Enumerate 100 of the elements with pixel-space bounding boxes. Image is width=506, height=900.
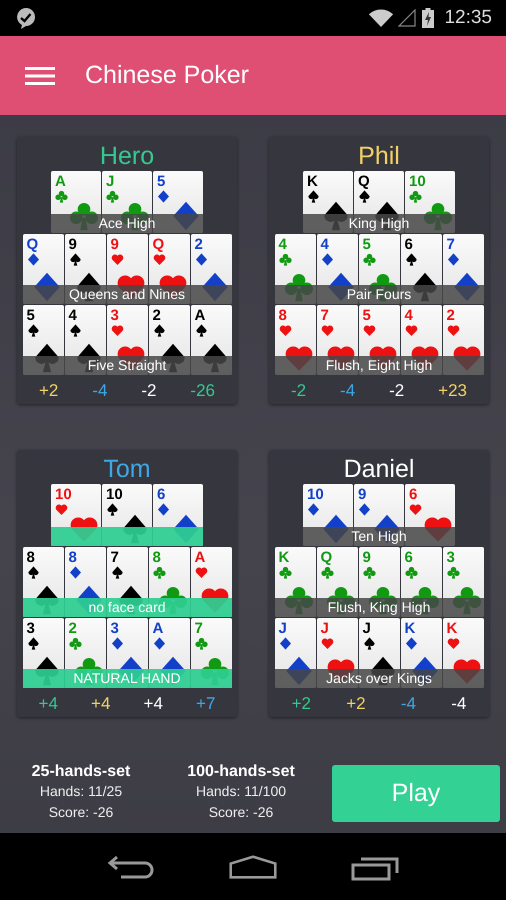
card-rank: 6: [409, 487, 418, 503]
player-name: Phil: [358, 141, 400, 171]
diamond-icon: [404, 637, 418, 650]
score-value: -26: [190, 381, 215, 401]
heart-icon: [404, 324, 418, 337]
hand-label: NATURAL HAND: [22, 669, 232, 688]
card-rank: J: [106, 174, 114, 190]
card-rank: Q: [358, 174, 370, 190]
play-button[interactable]: Play: [332, 764, 500, 822]
card-rank: 9: [68, 237, 77, 253]
score-value: +23: [438, 381, 467, 401]
card-rank: J: [362, 621, 371, 637]
card-rank: 8: [278, 308, 287, 324]
set-score: Score: -26: [208, 803, 274, 822]
card-rank: 4: [278, 237, 287, 253]
diamond-icon: [152, 637, 166, 650]
card-rank: J: [320, 621, 329, 637]
card-rank: A: [55, 174, 66, 190]
diamond-icon: [26, 253, 40, 266]
card-rank: 7: [110, 550, 119, 566]
heart-icon: [194, 566, 208, 579]
signal-icon: [398, 9, 416, 27]
clock-time: 12:35: [444, 7, 492, 29]
score-value: +7: [196, 694, 216, 714]
score-value: -4: [92, 381, 108, 401]
card-rank: 7: [194, 621, 203, 637]
heart-icon: [446, 324, 460, 337]
card-rank: 5: [362, 237, 371, 253]
hand-label: Queens and Nines: [22, 285, 232, 304]
chat-check-icon: [14, 6, 38, 30]
hand-label: Flush, Eight High: [274, 356, 484, 375]
battery-icon: [422, 8, 434, 28]
card-rank: 8: [26, 550, 35, 566]
club-icon: [446, 566, 460, 579]
card-rank: 10: [307, 487, 324, 503]
player-name: Daniel: [344, 454, 414, 484]
heart-icon: [110, 324, 124, 337]
card-rank: 10: [409, 174, 426, 190]
hand-label: King High: [303, 214, 455, 233]
spade-icon: [362, 637, 376, 650]
heart-icon: [278, 324, 292, 337]
hand-label: Ace High: [51, 214, 203, 233]
club-icon: [404, 566, 418, 579]
card-rank: 9: [110, 237, 119, 253]
diamond-icon: [320, 253, 334, 266]
club-icon: [278, 253, 292, 266]
card-rank: 2: [194, 237, 203, 253]
club-icon: [194, 637, 208, 650]
club-icon: [362, 566, 376, 579]
club-icon: [152, 566, 166, 579]
score-value: +4: [91, 694, 110, 714]
card-rank: 9: [358, 487, 366, 503]
app-title: Chinese Poker: [85, 61, 249, 90]
score-value: +2: [346, 694, 366, 714]
hands-count: Hands: 11/100: [196, 782, 286, 801]
menu-icon: [25, 66, 55, 84]
diamond-icon: [68, 566, 82, 579]
home-icon[interactable]: [229, 852, 277, 880]
card-rank: 3: [110, 308, 119, 324]
card-rank: 7: [320, 308, 329, 324]
card-rank: A: [152, 621, 164, 637]
card-rank: 3: [110, 621, 119, 637]
card-rank: 9: [362, 550, 371, 566]
club-icon: [278, 566, 292, 579]
card-rank: 3: [446, 550, 455, 566]
score-value: -2: [141, 381, 156, 401]
card-rank: 5: [157, 174, 166, 190]
card-rank: 5: [26, 308, 35, 324]
club-icon: [320, 566, 334, 579]
spade-icon: [26, 566, 40, 579]
card-rank: K: [278, 550, 290, 566]
card-rank: Q: [152, 237, 164, 253]
card-rank: 2: [68, 621, 77, 637]
card-rank: J: [278, 621, 287, 637]
spade-icon: [26, 637, 40, 650]
card-rank: 4: [320, 237, 329, 253]
card-rank: 6: [157, 487, 166, 503]
score-value: -2: [389, 381, 404, 401]
card-rank: 6: [404, 237, 413, 253]
diamond-icon: [194, 253, 208, 266]
spade-icon: [26, 324, 40, 337]
card-rank: 2: [446, 308, 455, 324]
hand-label: Flush, King High: [274, 598, 484, 617]
card-rank: 4: [68, 308, 77, 324]
diamond-icon: [278, 637, 292, 650]
diamond-icon: [446, 253, 460, 266]
score-value: +4: [144, 694, 163, 714]
spade-icon: [152, 324, 166, 337]
spade-icon: [110, 566, 124, 579]
set-title: 25-hands-set: [32, 763, 130, 781]
set-title: 100-hands-set: [187, 763, 295, 781]
score-value: -4: [451, 694, 466, 714]
heart-icon: [362, 324, 376, 337]
score-value: +2: [38, 381, 58, 401]
spade-icon: [68, 324, 82, 337]
score-value: -4: [340, 381, 356, 401]
spade-icon: [68, 253, 82, 266]
card-rank: 6: [404, 550, 413, 566]
heart-icon: [110, 253, 124, 266]
card-rank: A: [194, 550, 206, 566]
